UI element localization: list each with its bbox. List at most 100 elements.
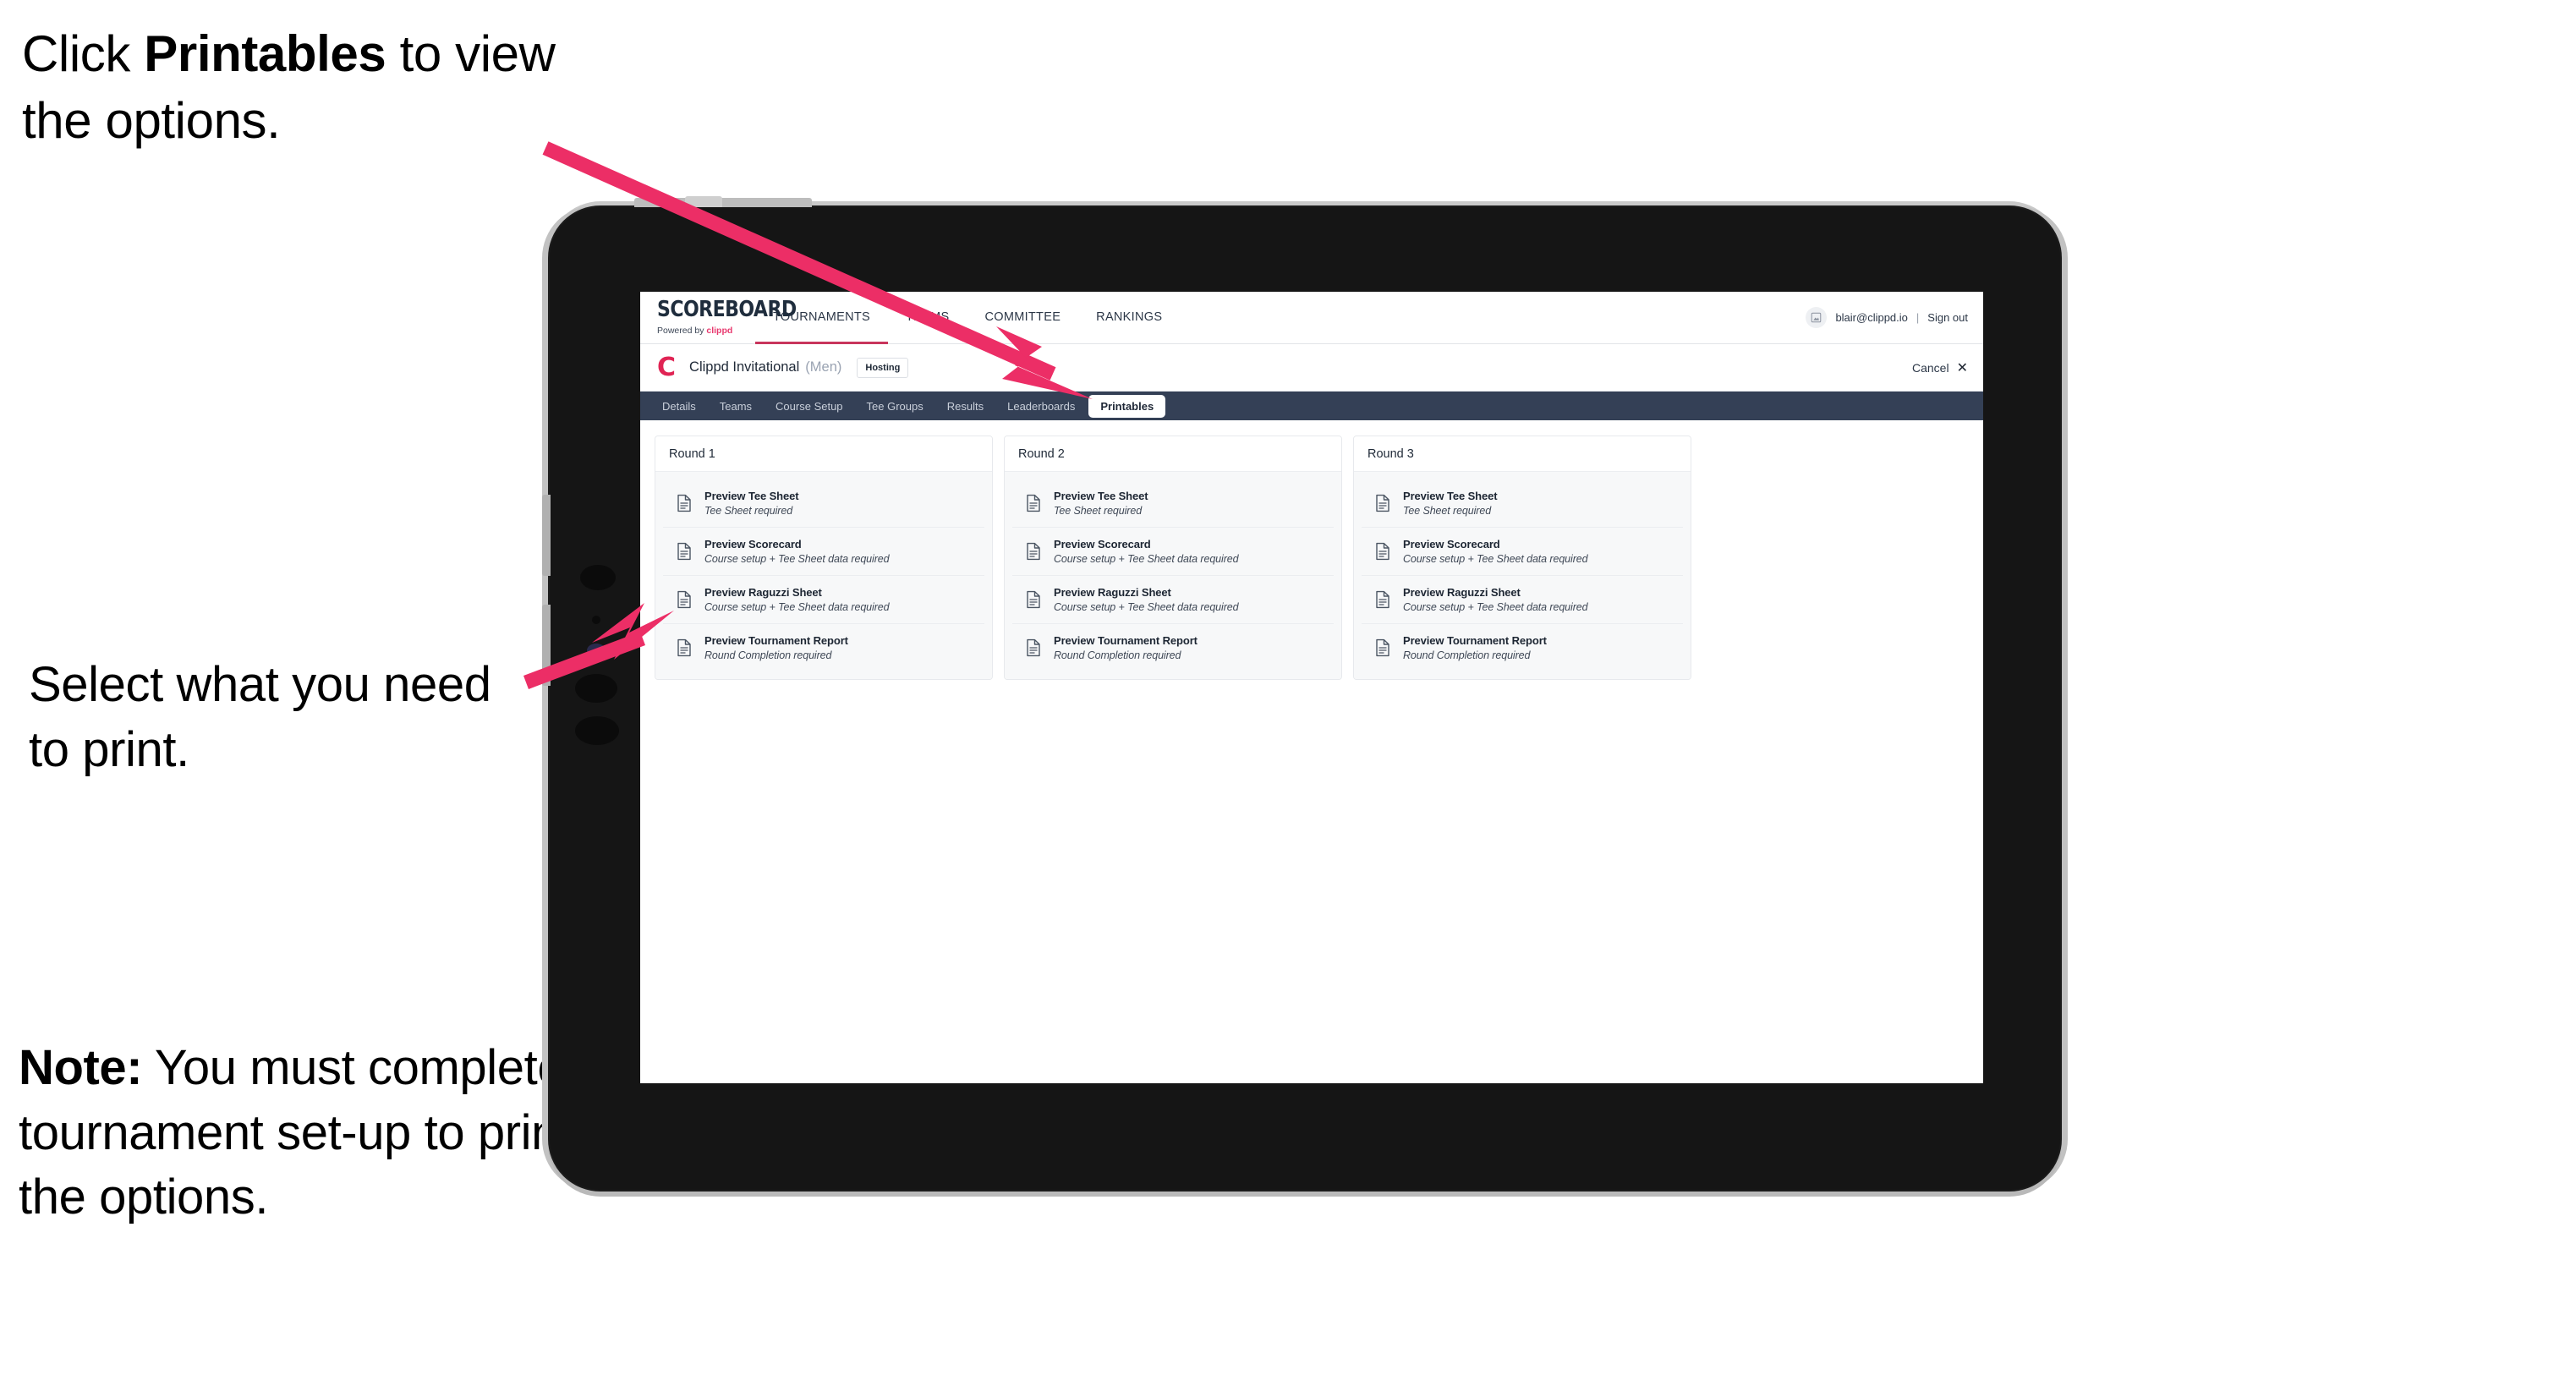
document-icon — [1024, 494, 1043, 512]
printable-card-tee-sheet[interactable]: Preview Tee Sheet Tee Sheet required — [1012, 479, 1334, 528]
printable-card-subtitle: Tee Sheet required — [704, 505, 793, 517]
round-column-1: Round 1 Preview Tee Sheet Tee Sheet requ… — [655, 436, 993, 680]
round-2-card-list: Preview Tee Sheet Tee Sheet required Pre… — [1005, 472, 1341, 679]
printable-card-scorecard[interactable]: Preview Scorecard Course setup + Tee She… — [1012, 528, 1334, 576]
printable-card-tournament-report[interactable]: Preview Tournament Report Round Completi… — [1012, 624, 1334, 671]
nav-item-teams[interactable]: TEAMS — [888, 292, 967, 344]
clippd-c-logo-icon: C — [657, 352, 677, 382]
printable-card-scorecard[interactable]: Preview Scorecard Course setup + Tee She… — [663, 528, 984, 576]
round-3-header: Round 3 — [1354, 436, 1691, 472]
tournament-sub-navigation: Details Teams Course Setup Tee Groups Re… — [640, 392, 1983, 420]
tab-results[interactable]: Results — [937, 396, 994, 417]
printable-card-text: Preview Scorecard Course setup + Tee She… — [1403, 538, 1588, 565]
sign-out-button[interactable]: Sign out — [1927, 311, 1968, 324]
annotation-click-pre: Click — [22, 25, 145, 82]
user-avatar-icon[interactable] — [1806, 307, 1828, 328]
document-icon — [1373, 590, 1392, 609]
tab-printables[interactable]: Printables — [1088, 394, 1166, 418]
round-column-3: Round 3 Preview Tee Sheet Tee Sheet requ… — [1353, 436, 1691, 680]
document-icon — [1373, 542, 1392, 561]
tablet-top-edge-button-small — [685, 196, 722, 207]
printable-card-text: Preview Tournament Report Round Completi… — [1403, 634, 1547, 661]
printable-card-raguzzi-sheet[interactable]: Preview Raguzzi Sheet Course setup + Tee… — [1362, 576, 1683, 624]
printable-card-tournament-report[interactable]: Preview Tournament Report Round Completi… — [1362, 624, 1683, 671]
document-icon — [1373, 494, 1392, 512]
printable-card-raguzzi-sheet[interactable]: Preview Raguzzi Sheet Course setup + Tee… — [663, 576, 984, 624]
printable-card-text: Preview Scorecard Course setup + Tee She… — [1054, 538, 1239, 565]
tablet-speaker-hole-icon — [575, 674, 617, 703]
printable-card-title: Preview Scorecard — [704, 538, 802, 551]
document-icon — [675, 638, 693, 657]
printable-card-title: Preview Scorecard — [1054, 538, 1151, 551]
printable-card-title: Preview Tee Sheet — [1403, 490, 1498, 502]
tablet-camera-lens-icon — [580, 565, 616, 590]
tab-tee-groups[interactable]: Tee Groups — [857, 396, 934, 417]
annotation-select-text: Select what you need to print. — [29, 657, 491, 777]
tablet-indicator-led-icon — [587, 644, 606, 657]
tablet-speaker-hole-icon-2 — [575, 716, 619, 745]
document-icon — [1024, 638, 1043, 657]
round-1-card-list: Preview Tee Sheet Tee Sheet required Pre… — [655, 472, 992, 679]
printable-card-subtitle: Round Completion required — [1403, 649, 1531, 661]
tablet-device-frame: SCOREBOARD Powered by clippd TOURNAMENTS… — [542, 196, 2062, 1192]
document-icon — [1024, 590, 1043, 609]
printable-card-subtitle: Course setup + Tee Sheet data required — [704, 553, 890, 565]
top-bar-user-area: blair@clippd.io | Sign out — [1806, 292, 1983, 343]
annotation-note-bold: Note: — [19, 1040, 143, 1095]
printable-card-title: Preview Tee Sheet — [1054, 490, 1148, 502]
annotation-select-print: Select what you need to print. — [29, 653, 536, 782]
printable-card-tournament-report[interactable]: Preview Tournament Report Round Completi… — [663, 624, 984, 671]
tournament-name: Clippd Invitational — [689, 359, 800, 375]
round-1-header: Round 1 — [655, 436, 992, 472]
printable-card-tee-sheet[interactable]: Preview Tee Sheet Tee Sheet required — [663, 479, 984, 528]
printable-card-subtitle: Course setup + Tee Sheet data required — [1403, 553, 1588, 565]
printable-card-title: Preview Raguzzi Sheet — [1054, 586, 1171, 599]
tablet-top-edge-button — [634, 198, 812, 207]
printable-card-title: Preview Tee Sheet — [704, 490, 799, 502]
top-bar-spacer — [1180, 292, 1806, 343]
printable-card-text: Preview Tee Sheet Tee Sheet required — [1054, 490, 1148, 517]
printable-card-subtitle: Round Completion required — [1054, 649, 1181, 661]
printable-card-subtitle: Course setup + Tee Sheet data required — [1403, 601, 1588, 613]
printable-card-title: Preview Scorecard — [1403, 538, 1500, 551]
printable-card-text: Preview Tournament Report Round Completi… — [1054, 634, 1198, 661]
tablet-volume-up-button — [542, 495, 551, 576]
status-badge: Hosting — [857, 357, 909, 378]
document-icon — [675, 494, 693, 512]
tutorial-slide: Click Printables to view the options. Se… — [0, 0, 2576, 1386]
tab-leaderboards[interactable]: Leaderboards — [997, 396, 1085, 417]
app-top-bar: SCOREBOARD Powered by clippd TOURNAMENTS… — [640, 292, 1983, 344]
printable-card-subtitle: Course setup + Tee Sheet data required — [1054, 553, 1239, 565]
scoreboard-logo[interactable]: SCOREBOARD Powered by clippd — [640, 292, 797, 343]
printable-card-text: Preview Scorecard Course setup + Tee She… — [704, 538, 890, 565]
nav-item-rankings[interactable]: RANKINGS — [1078, 292, 1180, 344]
cancel-button[interactable]: Cancel ✕ — [1912, 359, 1968, 376]
printable-card-text: Preview Raguzzi Sheet Course setup + Tee… — [704, 586, 890, 613]
printable-card-title: Preview Tournament Report — [704, 634, 848, 647]
scoreboard-logo-subtitle: Powered by clippd — [657, 326, 732, 336]
tab-teams[interactable]: Teams — [710, 396, 762, 417]
tablet-screen: SCOREBOARD Powered by clippd TOURNAMENTS… — [640, 292, 1983, 1083]
tab-course-setup[interactable]: Course Setup — [765, 396, 853, 417]
close-x-icon: ✕ — [1956, 360, 1968, 375]
printable-card-scorecard[interactable]: Preview Scorecard Course setup + Tee She… — [1362, 528, 1683, 576]
nav-item-committee[interactable]: COMMITTEE — [967, 292, 1078, 344]
powered-by-label: Powered by — [657, 325, 707, 336]
printable-card-title: Preview Tournament Report — [1403, 634, 1547, 647]
printable-card-subtitle: Tee Sheet required — [1403, 505, 1492, 517]
tablet-volume-down-button — [542, 605, 551, 686]
printable-card-subtitle: Course setup + Tee Sheet data required — [1054, 601, 1239, 613]
printable-card-title: Preview Raguzzi Sheet — [704, 586, 822, 599]
tab-details[interactable]: Details — [652, 396, 706, 417]
user-separator: | — [1916, 311, 1920, 324]
scoreboard-logo-title: SCOREBOARD — [657, 296, 797, 321]
main-navigation: TOURNAMENTS TEAMS COMMITTEE RANKINGS — [755, 292, 1180, 344]
printable-card-raguzzi-sheet[interactable]: Preview Raguzzi Sheet Course setup + Tee… — [1012, 576, 1334, 624]
round-2-header: Round 2 — [1005, 436, 1341, 472]
printable-card-title: Preview Tournament Report — [1054, 634, 1198, 647]
tournament-header-bar: C Clippd Invitational (Men) Hosting Canc… — [640, 344, 1983, 392]
annotation-click-bold: Printables — [144, 25, 386, 82]
round-3-card-list: Preview Tee Sheet Tee Sheet required Pre… — [1354, 472, 1691, 679]
tablet-sensor-dot-icon — [592, 616, 600, 624]
printable-card-tee-sheet[interactable]: Preview Tee Sheet Tee Sheet required — [1362, 479, 1683, 528]
